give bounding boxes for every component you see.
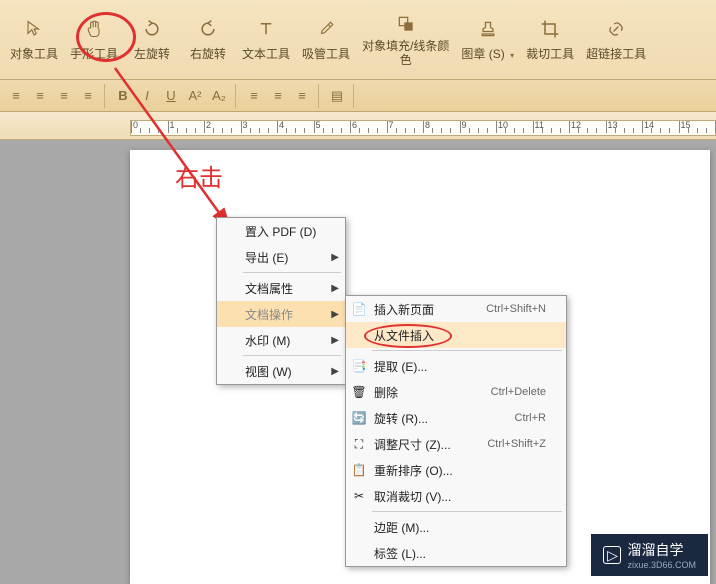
menu-item[interactable]: 🗑删除Ctrl+Delete (346, 379, 566, 405)
annotation-label: 右击 (175, 158, 223, 193)
menu-item[interactable]: 视图 (W)▶ (217, 358, 345, 384)
align-left-button[interactable]: ≡ (4, 85, 28, 107)
menu-item[interactable]: 水印 (M)▶ (217, 327, 345, 353)
ruler-area: 012345678910111213141516 (0, 112, 716, 140)
menu-item[interactable]: 📑提取 (E)... (346, 353, 566, 379)
menu-item[interactable]: ⛶调整尺寸 (Z)...Ctrl+Shift+Z (346, 431, 566, 457)
menu-item[interactable]: ✂取消裁切 (V)... (346, 483, 566, 509)
bold-button[interactable]: B (111, 85, 135, 107)
eyedropper-tool[interactable]: 吸管工具 (296, 0, 356, 79)
rotate-left-tool[interactable]: 左旋转 (124, 0, 180, 79)
align-center-button[interactable]: ≡ (28, 85, 52, 107)
menu-item[interactable]: 📋重新排序 (O)... (346, 457, 566, 483)
hand-icon (82, 17, 106, 41)
horizontal-ruler: 012345678910111213141516 (130, 120, 716, 136)
menu-item[interactable]: 标签 (L)... (346, 540, 566, 566)
crop-tool[interactable]: 裁切工具 (520, 0, 580, 79)
menu-item[interactable]: 📄插入新页面Ctrl+Shift+N (346, 296, 566, 322)
align-right-button[interactable]: ≡ (52, 85, 76, 107)
context-menu-main: 置入 PDF (D)导出 (E)▶ 文档属性▶文档操作▶水印 (M)▶ 视图 (W)… (216, 217, 346, 385)
text-tool[interactable]: 文本工具 (236, 0, 296, 79)
italic-button[interactable]: I (135, 85, 159, 107)
menu-item[interactable]: 文档属性▶ (217, 275, 345, 301)
valign-top-button[interactable]: ≡ (242, 85, 266, 107)
link-icon (604, 17, 628, 41)
resize-icon: ⛶ (350, 435, 368, 453)
chevron-down-icon: ▾ (510, 51, 514, 60)
fill-icon (394, 12, 418, 36)
rotate-left-icon (140, 17, 164, 41)
format-toolbar: ≡ ≡ ≡ ≡ B I U A² A₂ ≡ ≡ ≡ ▤ (0, 80, 716, 112)
hand-tool[interactable]: 手形工具 (64, 0, 124, 79)
main-toolbar: 对象工具 手形工具 左旋转 右旋转 文本工具 吸管工具 对象填充/线条颜色 图章… (0, 0, 716, 80)
align-justify-button[interactable]: ≡ (76, 85, 100, 107)
menu-item[interactable]: 边距 (M)... (346, 514, 566, 540)
cursor-icon (22, 17, 46, 41)
hyperlink-tool[interactable]: 超链接工具 (580, 0, 652, 79)
text-icon (254, 17, 278, 41)
delete-icon: 🗑 (350, 383, 368, 401)
play-icon: ▷ (603, 546, 621, 564)
menu-item[interactable]: 置入 PDF (D) (217, 218, 345, 244)
rotate-icon: 🔄 (350, 409, 368, 427)
underline-button[interactable]: U (159, 85, 183, 107)
menu-item[interactable]: 从文件插入 (346, 322, 566, 348)
valign-mid-button[interactable]: ≡ (266, 85, 290, 107)
rotate-right-icon (196, 17, 220, 41)
rotate-right-tool[interactable]: 右旋转 (180, 0, 236, 79)
stamp-tool[interactable]: 图章 (S) ▾ (455, 0, 520, 79)
extract-icon: 📑 (350, 357, 368, 375)
reorder-icon: 📋 (350, 461, 368, 479)
context-menu-sub: 📄插入新页面Ctrl+Shift+N从文件插入 📑提取 (E)...🗑删除Ctrl… (345, 295, 567, 567)
menu-item[interactable]: 文档操作▶ (217, 301, 345, 327)
valign-bottom-button[interactable]: ≡ (290, 85, 314, 107)
stamp-icon (476, 17, 500, 41)
crop-icon (538, 17, 562, 41)
eyedropper-icon (314, 17, 338, 41)
menu-item[interactable]: 🔄旋转 (R)...Ctrl+R (346, 405, 566, 431)
superscript-button[interactable]: A² (183, 85, 207, 107)
uncrop-icon: ✂ (350, 487, 368, 505)
menu-item[interactable]: 导出 (E)▶ (217, 244, 345, 270)
object-tool[interactable]: 对象工具 (4, 0, 64, 79)
watermark: ▷ 溜溜自学 zixue.3D66.COM (591, 534, 708, 576)
fill-color-tool[interactable]: 对象填充/线条颜色 (356, 0, 455, 79)
page-add-icon: 📄 (350, 300, 368, 318)
list-button[interactable]: ▤ (325, 85, 349, 107)
subscript-button[interactable]: A₂ (207, 85, 231, 107)
